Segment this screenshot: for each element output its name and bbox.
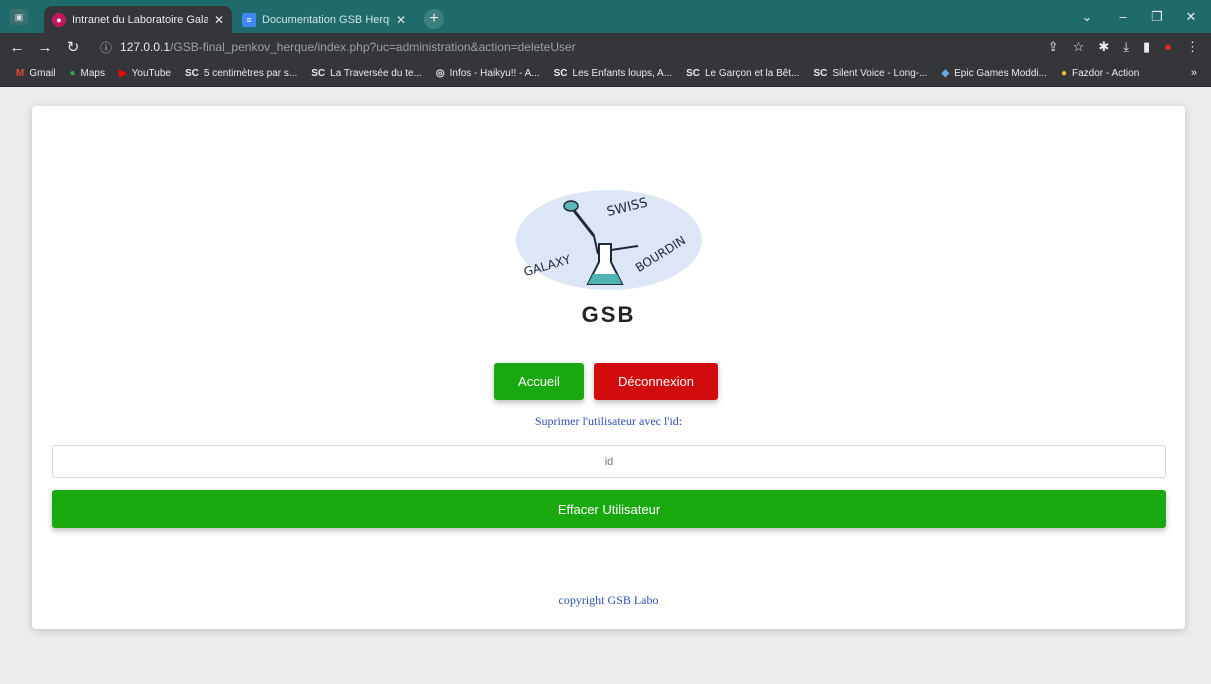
bookmark-star-icon[interactable]: ☆ [1073,39,1085,55]
bookmark-label: Fazdor - Action [1072,68,1140,79]
bookmarks-overflow-icon[interactable]: » [1191,67,1197,79]
brand-title: GSB [581,302,636,327]
sc-icon: SC [686,68,700,79]
menu-icon[interactable]: ⋮ [1186,39,1199,55]
new-tab-icon[interactable]: + [424,9,444,29]
logout-button[interactable]: Déconnexion [594,363,718,400]
side-panel-icon[interactable]: ▮ [1143,39,1150,55]
bookmark-label: Gmail [29,68,56,79]
admin-card: SWISS GALAXY BOURDIN GSB Accueil Déconne… [32,106,1185,629]
extensions-icon[interactable]: ✱ [1098,39,1109,55]
tab-title: Intranet du Laboratoire Galaxy-Sw [72,13,208,26]
gmail-icon: M [16,68,25,79]
reload-icon[interactable]: ↻ [62,38,84,56]
tab-intranet[interactable]: ● Intranet du Laboratoire Galaxy-Sw ✕ [44,6,232,33]
minimize-icon[interactable]: – [1106,6,1140,30]
bookmark-fazdor[interactable]: ● Fazdor - Action [1061,68,1139,79]
tab-title: Documentation GSB Herque, Penkov [262,13,390,26]
toolbar-icons: ⇪ ☆ ✱ ⤓ ▮ ● ⋮ [1048,39,1199,55]
bookmark-haikyu[interactable]: ◎ Infos - Haikyu!! - A... [436,68,540,79]
close-tab-icon[interactable]: ✕ [396,13,406,27]
bookmark-label: Les Enfants loups, A... [572,68,673,79]
share-icon[interactable]: ⇪ [1048,39,1059,55]
youtube-icon: ▶ [118,68,127,79]
site-info-icon[interactable]: ⓘ [100,39,112,56]
bookmark-label: YouTube [131,68,171,79]
bookmark-enfants-loups[interactable]: SC Les Enfants loups, A... [554,68,672,79]
download-icon[interactable]: ⤓ [1123,39,1129,55]
bookmark-label: Epic Games Moddi... [954,68,1047,79]
forward-icon[interactable]: → [34,39,56,56]
docs-favicon-icon: ≡ [242,12,256,27]
footer-copyright: copyright GSB Labo [558,593,659,607]
window-menu-icon[interactable]: ▣ [10,9,28,25]
globe-icon: ◎ [435,68,445,79]
home-button[interactable]: Accueil [494,363,584,400]
restore-icon[interactable]: ❐ [1140,6,1174,30]
address-bar: ← → ↻ ⓘ 127.0.0.1/GSB-final_penkov_herqu… [0,33,1211,61]
bookmark-silent-voice[interactable]: SC Silent Voice - Long-... [813,68,927,79]
url-field[interactable]: ⓘ 127.0.0.1/GSB-final_penkov_herque/inde… [100,37,1020,57]
bookmark-5cm[interactable]: SC 5 centimètres par s... [185,68,297,79]
bookmark-label: Infos - Haikyu!! - A... [449,68,540,79]
tab-favicon-icon: ● [52,12,66,27]
bookmark-label: Maps [80,68,105,79]
epic-icon: ◆ [941,68,950,79]
bookmark-maps[interactable]: ● Maps [69,68,105,79]
bookmark-youtube[interactable]: ▶ YouTube [119,68,171,79]
url-path: /GSB-final_penkov_herque/index.php?uc=ad… [170,40,576,54]
back-icon[interactable]: ← [6,39,28,56]
close-window-icon[interactable]: ✕ [1174,6,1208,30]
galaxy-swiss-bourdin-logo: SWISS GALAXY BOURDIN [516,190,702,290]
bookmarks-bar: M Gmail ● Maps ▶ YouTube SC 5 centimètres pa… [0,61,1211,87]
maps-icon: ● [69,68,76,79]
tab-bar: ▣ ● Intranet du Laboratoire Galaxy-Sw ✕ … [0,0,1211,33]
bulb-icon: ● [1060,68,1067,79]
tab-search-icon[interactable]: ⌄ [1070,6,1104,30]
tab-documentation[interactable]: ≡ Documentation GSB Herque, Penkov ✕ [234,6,414,33]
bookmark-gmail[interactable]: M Gmail [16,68,55,79]
bookmark-label: 5 centimètres par s... [203,68,298,79]
bookmark-label: Le Garçon et la Bêt... [704,68,800,79]
delete-user-button[interactable]: Effacer Utilisateur [52,490,1166,528]
bookmark-label: Silent Voice - Long-... [832,68,928,79]
profile-icon[interactable]: ● [1164,39,1172,55]
url-host: 127.0.0.1 [120,40,171,54]
bookmark-epic-games[interactable]: ◆ Epic Games Moddi... [941,68,1047,79]
delete-user-prompt: Suprimer l'utilisateur avec l'id: [534,414,683,428]
sc-icon: SC [184,68,199,79]
bookmark-label: La Traversée du te... [330,68,422,79]
close-tab-icon[interactable]: ✕ [214,13,224,27]
sc-icon: SC [813,68,828,79]
bookmark-garcon-bete[interactable]: SC Le Garçon et la Bêt... [686,68,799,79]
bookmark-traversee[interactable]: SC La Traversée du te... [311,68,422,79]
sc-icon: SC [553,68,568,79]
sc-icon: SC [311,68,326,79]
user-id-input[interactable] [52,445,1166,478]
